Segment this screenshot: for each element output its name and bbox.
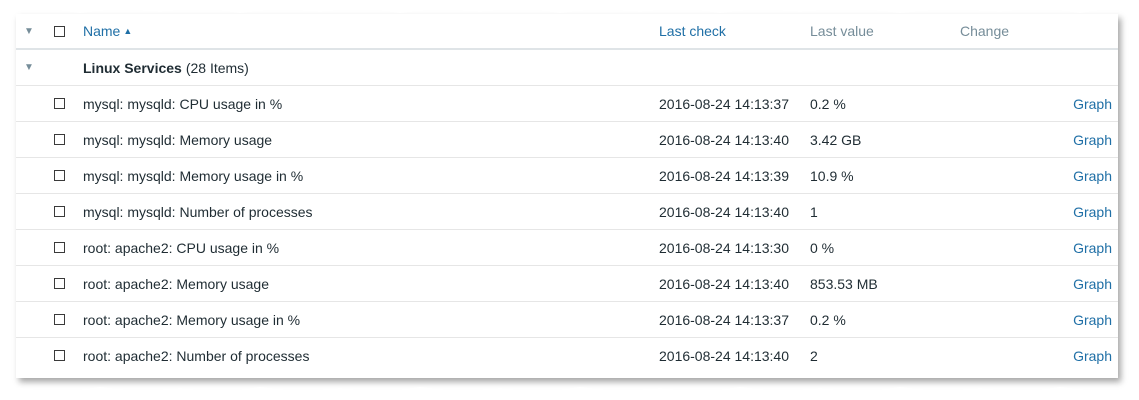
torn-edge-bottom: [0, 387, 1139, 400]
select-all-checkbox[interactable]: [54, 14, 68, 48]
row-checkbox[interactable]: [54, 302, 68, 337]
item-last-value: 3.42 GB: [810, 131, 862, 148]
checkbox-box: [54, 170, 65, 181]
column-header-name[interactable]: Name ▲: [83, 14, 132, 48]
checkbox-box: [54, 278, 65, 289]
checkbox-box: [54, 350, 65, 361]
table-row: root: apache2: Number of processes 2016-…: [16, 338, 1118, 373]
item-last-value: 1: [810, 203, 818, 220]
table-row: root: apache2: CPU usage in % 2016-08-24…: [16, 230, 1118, 266]
group-name: Linux Services: [83, 59, 182, 76]
item-last-value: 0 %: [810, 239, 835, 256]
item-name: mysql: mysqld: Memory usage: [83, 131, 273, 148]
item-last-check: 2016-08-24 14:13:30: [659, 239, 789, 256]
last-value-label: Last value: [810, 23, 874, 39]
item-last-check: 2016-08-24 14:13:40: [659, 203, 789, 220]
table-row: mysql: mysqld: Memory usage in % 2016-08…: [16, 158, 1118, 194]
column-header-change: Change: [960, 14, 1009, 48]
item-last-value: 0.2 %: [810, 311, 846, 328]
table-header: ▼ Name ▲ Last check Last value Change: [16, 14, 1118, 50]
group-row: ▼ Linux Services (28 Items): [16, 50, 1118, 86]
table-row: root: apache2: Memory usage in % 2016-08…: [16, 302, 1118, 338]
item-name: mysql: mysqld: CPU usage in %: [83, 95, 283, 112]
item-last-check: 2016-08-24 14:13:37: [659, 95, 789, 112]
graph-link[interactable]: Graph: [1073, 338, 1112, 373]
sort-ascending-icon: ▲: [123, 26, 133, 36]
item-last-value: 10.9 %: [810, 167, 854, 184]
table-row: mysql: mysqld: Memory usage 2016-08-24 1…: [16, 122, 1118, 158]
item-last-value: 853.53 MB: [810, 275, 878, 292]
row-checkbox[interactable]: [54, 158, 68, 193]
table-row: root: apache2: Memory usage 2016-08-24 1…: [16, 266, 1118, 302]
graph-link[interactable]: Graph: [1073, 230, 1112, 265]
triangle-down-icon: ▼: [24, 25, 34, 37]
checkbox-box: [54, 206, 65, 217]
group-count: (28 Items): [185, 59, 249, 76]
row-checkbox[interactable]: [54, 194, 68, 229]
row-checkbox[interactable]: [54, 230, 68, 265]
row-checkbox[interactable]: [54, 266, 68, 301]
checkbox-box: [54, 314, 65, 325]
group-title: Linux Services (28 Items): [83, 50, 249, 85]
item-last-check: 2016-08-24 14:13:40: [659, 131, 789, 148]
graph-link[interactable]: Graph: [1073, 302, 1112, 337]
checkbox-box: [54, 242, 65, 253]
item-name: root: apache2: CPU usage in %: [83, 239, 280, 256]
latest-data-table: ▼ Name ▲ Last check Last value Change ▼ …: [16, 14, 1118, 378]
collapse-all-toggle[interactable]: ▼: [22, 14, 36, 48]
table-row: mysql: mysqld: CPU usage in % 2016-08-24…: [16, 86, 1118, 122]
change-label: Change: [960, 23, 1010, 39]
row-checkbox[interactable]: [54, 122, 68, 157]
name-sort-link[interactable]: Name: [83, 23, 120, 39]
table-row: mysql: mysqld: Number of processes 2016-…: [16, 194, 1118, 230]
item-name: root: apache2: Memory usage: [83, 275, 269, 292]
group-collapse-toggle[interactable]: ▼: [22, 50, 36, 85]
graph-link[interactable]: Graph: [1073, 158, 1112, 193]
last-check-sort-link[interactable]: Last check: [659, 23, 726, 39]
item-name: mysql: mysqld: Memory usage in %: [83, 167, 304, 184]
row-checkbox[interactable]: [54, 86, 68, 121]
column-header-last-check[interactable]: Last check: [659, 14, 726, 48]
item-last-check: 2016-08-24 14:13:39: [659, 167, 789, 184]
item-last-check: 2016-08-24 14:13:40: [659, 275, 789, 292]
item-last-check: 2016-08-24 14:13:40: [659, 347, 789, 364]
item-name: mysql: mysqld: Number of processes: [83, 203, 313, 220]
graph-link[interactable]: Graph: [1073, 122, 1112, 157]
item-last-check: 2016-08-24 14:13:37: [659, 311, 789, 328]
graph-link[interactable]: Graph: [1073, 194, 1112, 229]
checkbox-box: [54, 134, 65, 145]
column-header-last-value: Last value: [810, 14, 874, 48]
checkbox-box: [54, 25, 65, 37]
graph-link[interactable]: Graph: [1073, 266, 1112, 301]
checkbox-box: [54, 98, 65, 109]
row-checkbox[interactable]: [54, 338, 68, 373]
triangle-down-icon: ▼: [24, 62, 34, 73]
graph-link[interactable]: Graph: [1073, 86, 1112, 121]
item-name: root: apache2: Number of processes: [83, 347, 310, 364]
item-name: root: apache2: Memory usage in %: [83, 311, 301, 328]
item-last-value: 0.2 %: [810, 95, 846, 112]
item-last-value: 2: [810, 347, 818, 364]
